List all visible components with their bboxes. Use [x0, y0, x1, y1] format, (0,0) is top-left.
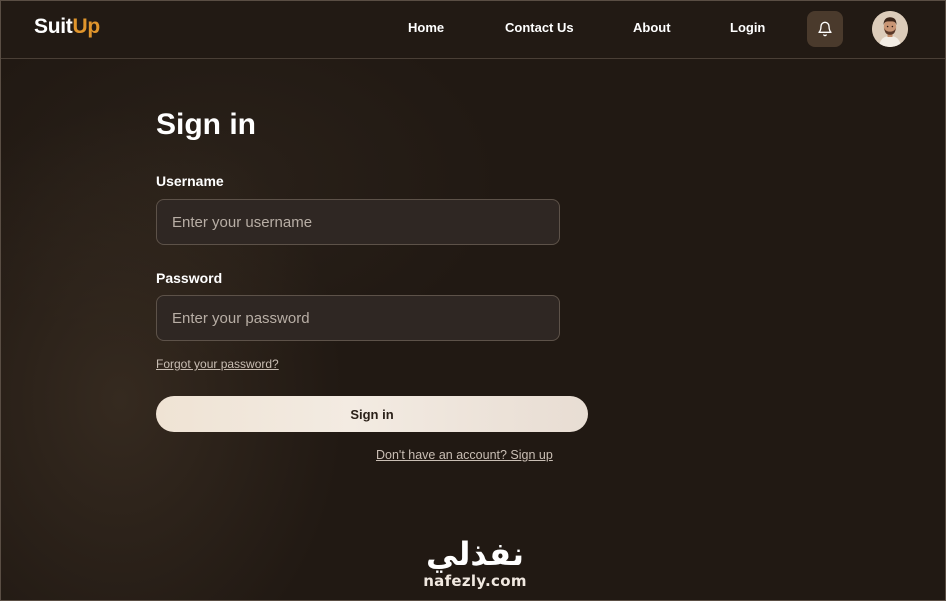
watermark-arabic-text: نفذلي: [426, 535, 524, 573]
brand-logo[interactable]: SuitUp: [34, 15, 100, 39]
nav-home[interactable]: Home: [408, 20, 444, 35]
forgot-password-link[interactable]: Forgot your password?: [156, 357, 279, 371]
sign-in-button[interactable]: Sign in: [156, 396, 588, 432]
nav-login[interactable]: Login: [730, 20, 765, 35]
password-input[interactable]: [156, 295, 560, 341]
username-input[interactable]: [156, 199, 560, 245]
logo-text-suit: Suit: [34, 15, 73, 38]
password-label: Password: [156, 270, 223, 286]
nav-about[interactable]: About: [633, 20, 671, 35]
top-navbar: SuitUp Home Contact Us About Login: [0, 0, 946, 59]
page-title: Sign in: [156, 108, 256, 141]
nav-contact-us[interactable]: Contact Us: [505, 20, 574, 35]
logo-text-up: Up: [72, 15, 100, 38]
nafezly-watermark: نفذلي nafezly.com: [415, 535, 535, 601]
user-avatar[interactable]: [872, 11, 908, 47]
notifications-button[interactable]: [807, 11, 843, 47]
watermark-latin-text: nafezly.com: [423, 572, 527, 590]
username-label: Username: [156, 173, 224, 189]
bell-icon: [818, 21, 832, 37]
sign-up-link[interactable]: Don't have an account? Sign up: [376, 448, 553, 462]
avatar-photo-icon: [872, 11, 908, 47]
